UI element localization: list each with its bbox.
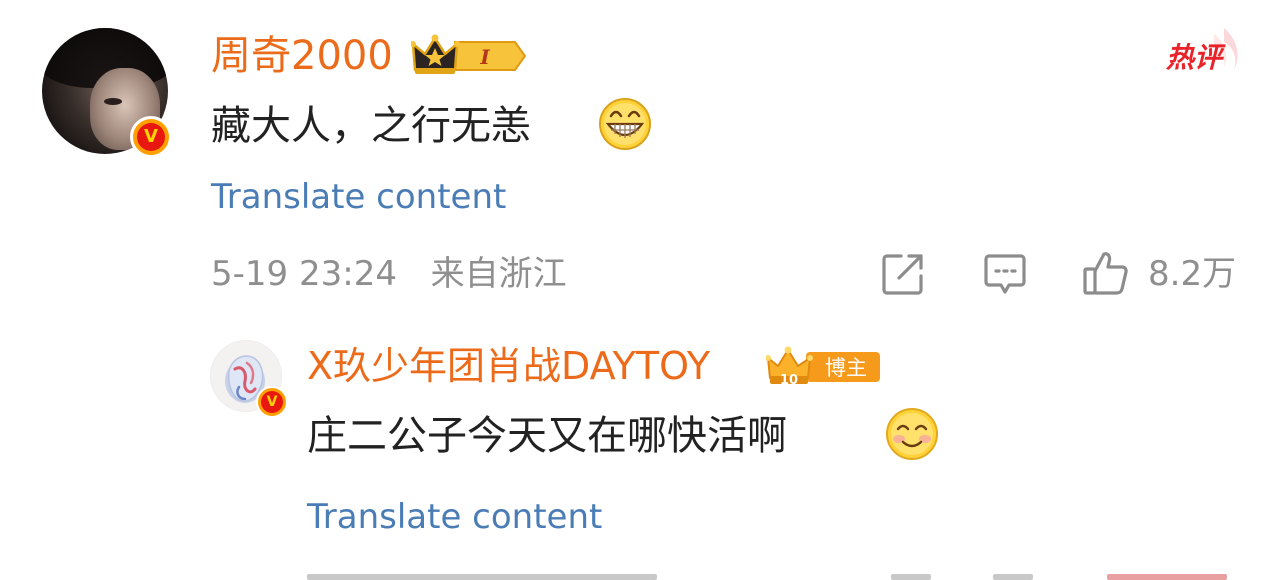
reply-verified-badge-icon: V (256, 386, 288, 418)
smiling-face-emoji-icon (886, 408, 938, 460)
next-row-partial (307, 570, 1247, 580)
grinning-face-emoji-icon (599, 98, 651, 150)
verified-badge-icon: V (130, 116, 172, 158)
crown-level-badge-icon[interactable]: I (411, 34, 529, 78)
reply-username[interactable]: X玖少年团肖战DAYTOY (307, 340, 710, 392)
reply-text: 庄二公子今天又在哪快活啊 (307, 413, 787, 459)
share-icon[interactable] (881, 252, 925, 296)
level-badge-text: I (479, 45, 490, 69)
reply-translate-content-link[interactable]: Translate content (307, 494, 602, 540)
comment-text: 藏大人，之行无恙 (211, 103, 531, 149)
like-thumbs-up-icon[interactable] (1082, 250, 1130, 296)
reply-crown-level-badge-icon[interactable]: 博主 10 (766, 344, 882, 388)
avatar-eye (104, 98, 122, 105)
comment-location: 来自浙江 (430, 254, 567, 294)
hot-comment-label: 热评 (1166, 41, 1223, 74)
hot-comment-tag: 热评 (1164, 24, 1244, 80)
commenter-username[interactable]: 周奇2000 (211, 30, 393, 82)
like-count: 8.2万 (1148, 254, 1237, 294)
translate-content-link[interactable]: Translate content (211, 174, 506, 220)
comment-icon[interactable] (983, 252, 1027, 296)
comment-meta: 5-19 23:24 来自浙江 (211, 250, 567, 298)
comment-timestamp: 5-19 23:24 (211, 254, 397, 294)
reply-level-text: 10 (780, 373, 798, 388)
role-badge-text: 博主 (825, 356, 867, 380)
